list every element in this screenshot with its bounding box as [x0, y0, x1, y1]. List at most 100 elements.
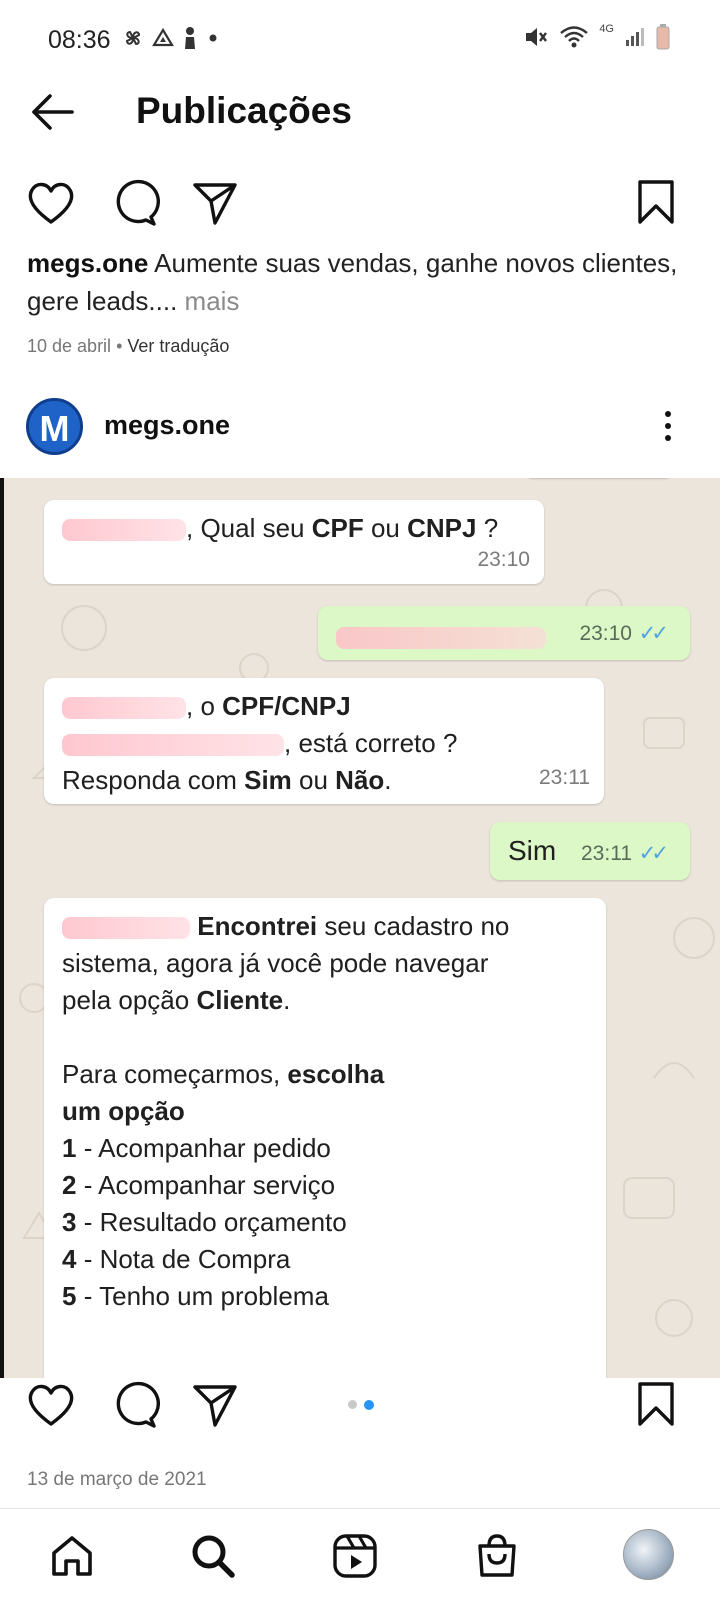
message-bold: CNPJ	[407, 513, 477, 543]
redacted-number	[336, 627, 546, 650]
bookmark-icon	[638, 180, 674, 224]
message-time: 23:11	[581, 842, 632, 865]
status-bar: 08:36 4G	[0, 0, 720, 80]
message-bold: escolha	[287, 1059, 385, 1089]
home-icon	[52, 1536, 92, 1576]
option-number: 4	[62, 1244, 77, 1274]
more-options-button[interactable]	[658, 406, 678, 446]
nav-home[interactable]	[47, 1531, 97, 1581]
heart-icon	[28, 1384, 74, 1426]
message-text: sistema, agora já você pode navegar	[62, 948, 489, 978]
carousel-dot-active	[364, 1400, 374, 1410]
save-button[interactable]	[636, 1380, 686, 1430]
comment-button[interactable]	[110, 178, 161, 228]
option-number: 5	[62, 1281, 77, 1311]
like-button[interactable]	[26, 178, 76, 228]
read-ticks-icon: ✓✓	[638, 622, 669, 645]
nav-profile-avatar[interactable]	[623, 1529, 674, 1580]
bookmark-icon	[638, 1382, 674, 1426]
battery-icon	[656, 24, 670, 50]
caption-meta: 10 de abril • Ver tradução	[27, 336, 229, 357]
message-text: ou	[363, 513, 408, 543]
message-text: , o	[186, 691, 223, 721]
message-text: Sim	[508, 835, 557, 866]
heart-icon	[28, 182, 74, 224]
message-bold: Encontrei	[197, 911, 318, 941]
post-header: M megs.one	[0, 398, 720, 458]
option-label: - Nota de Compra	[76, 1244, 291, 1274]
post-image[interactable]: , Qual seu CPF ou CNPJ ? 23:10 23:10 ✓✓ …	[0, 478, 720, 1378]
share-button[interactable]	[190, 178, 240, 228]
message-text: , Qual seu	[186, 513, 312, 543]
post-caption: megs.one Aumente suas vendas, ganhe novo…	[27, 244, 687, 320]
post-action-row-top	[0, 178, 720, 234]
message-text: Para começarmos,	[62, 1059, 288, 1089]
caption-more-link[interactable]: mais	[177, 286, 240, 316]
caption-username[interactable]: megs.one	[27, 248, 148, 278]
nav-search[interactable]	[188, 1531, 238, 1581]
redacted-number	[62, 734, 284, 757]
avatar-letter: M	[39, 408, 70, 449]
message-bold: Cliente	[196, 985, 284, 1015]
carousel-indicator	[348, 1400, 374, 1410]
wifi-icon	[560, 26, 589, 48]
status-time: 08:36	[48, 26, 111, 54]
post-username[interactable]: megs.one	[104, 410, 230, 441]
reels-icon	[333, 1534, 377, 1578]
send-icon	[193, 183, 237, 225]
kebab-menu-icon	[665, 411, 671, 441]
mute-icon	[526, 28, 548, 46]
option-label: - Resultado orçamento	[76, 1207, 347, 1237]
message-time: 23:10	[477, 548, 530, 571]
message-text: .	[283, 985, 291, 1015]
dot-icon	[209, 34, 217, 42]
option-label: - Acompanhar serviço	[76, 1170, 336, 1200]
message-text: .	[384, 765, 392, 795]
like-button[interactable]	[26, 1380, 76, 1430]
avatar[interactable]: M	[26, 398, 83, 455]
option-number: 3	[62, 1207, 77, 1237]
option-item: 2 - Acompanhar serviço	[62, 1167, 588, 1204]
post-action-row-bottom	[0, 1378, 720, 1438]
status-left-icons	[122, 26, 220, 50]
message-bold: Não	[335, 765, 385, 795]
share-button[interactable]	[190, 1380, 240, 1430]
drive-icon	[152, 27, 174, 47]
chat-bubble-incoming: Encontrei seu cadastro no sistema, agora…	[44, 898, 606, 1378]
shop-icon	[478, 1534, 516, 1577]
translate-link[interactable]: Ver tradução	[127, 336, 229, 356]
option-item: 4 - Nota de Compra	[62, 1241, 588, 1278]
option-number: 2	[62, 1170, 77, 1200]
message-bold: um opção	[62, 1096, 185, 1126]
signal-icon	[626, 28, 644, 46]
redacted-name	[62, 917, 190, 940]
message-text: Responda com	[62, 765, 245, 795]
message-text: pela opção	[62, 985, 197, 1015]
message-bold: CPF/CNPJ	[222, 691, 351, 721]
chat-bubble-incoming: , Qual seu CPF ou CNPJ ? 23:10	[44, 500, 544, 584]
save-button[interactable]	[636, 178, 686, 228]
meta-separator: •	[116, 336, 123, 356]
option-item: 3 - Resultado orçamento	[62, 1204, 588, 1241]
message-text: seu cadastro no	[317, 911, 510, 941]
page-header: Publicações	[0, 78, 720, 144]
network-type: 4G	[599, 23, 614, 35]
status-right-icons: 4G	[523, 23, 670, 50]
nav-reels[interactable]	[330, 1531, 380, 1581]
carousel-dot	[348, 1400, 357, 1409]
option-number: 1	[62, 1133, 77, 1163]
comment-button[interactable]	[110, 1380, 161, 1430]
option-item: 5 - Tenho um problema	[62, 1278, 588, 1315]
option-label: - Acompanhar pedido	[76, 1133, 331, 1163]
search-icon	[192, 1535, 235, 1578]
pinwheel-icon	[125, 30, 141, 46]
caption-date: 10 de abril	[27, 336, 112, 356]
message-time: 23:10	[579, 622, 632, 645]
chat-bubble-outgoing: 23:10 ✓✓	[318, 606, 690, 660]
message-time: 23:11	[539, 766, 590, 789]
nav-shop[interactable]	[472, 1531, 522, 1581]
bottom-navigation	[0, 1509, 720, 1600]
redacted-name	[62, 697, 186, 720]
message-bold: Sim	[244, 765, 292, 795]
back-button[interactable]	[28, 90, 78, 134]
